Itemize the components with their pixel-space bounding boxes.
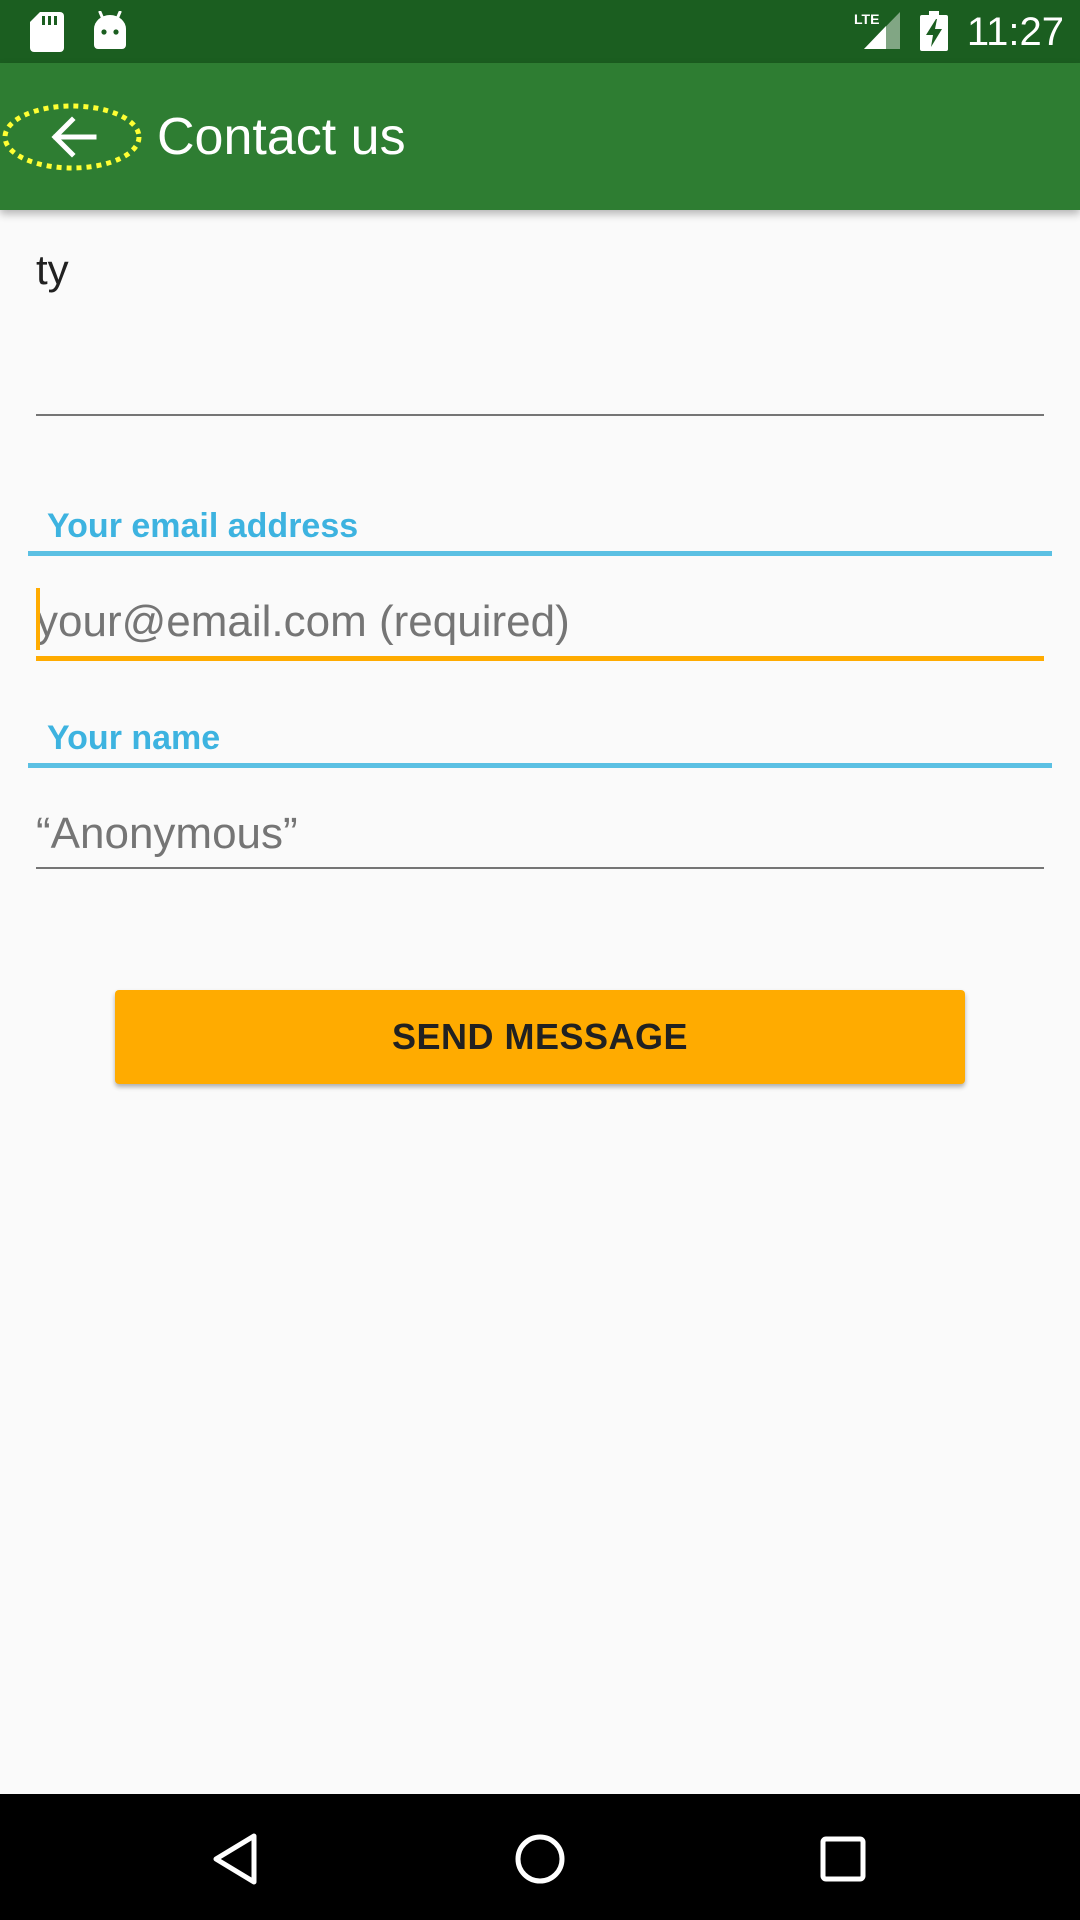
email-field-underline — [36, 656, 1044, 661]
app-bar: Contact us — [0, 63, 1080, 210]
email-label: Your email address — [47, 507, 359, 545]
text-cursor — [36, 588, 40, 650]
email-field[interactable] — [36, 592, 1044, 652]
name-label: Your name — [47, 719, 221, 757]
back-button[interactable] — [2, 103, 142, 171]
navigation-bar — [0, 1794, 1080, 1920]
name-field[interactable] — [36, 804, 1044, 864]
android-icon — [94, 11, 126, 49]
nav-back-icon[interactable] — [200, 1824, 270, 1894]
sd-card-icon — [30, 12, 64, 52]
status-bar: LTE 11:27 — [0, 0, 1080, 63]
lte-signal-icon: LTE — [854, 11, 900, 49]
nav-home-icon[interactable] — [505, 1824, 575, 1894]
svg-text:LTE: LTE — [854, 11, 879, 27]
nav-recents-icon[interactable] — [808, 1824, 878, 1894]
name-label-divider — [28, 763, 1052, 768]
battery-charging-icon — [920, 11, 948, 51]
send-message-button[interactable]: SEND MESSAGE — [115, 990, 965, 1084]
email-label-divider — [28, 551, 1052, 556]
arrow-back-icon — [51, 116, 97, 158]
message-field[interactable]: ty — [36, 244, 69, 296]
status-time: 11:27 — [966, 10, 1064, 54]
name-field-underline — [36, 867, 1044, 869]
message-field-underline — [36, 414, 1044, 416]
page-title: Contact us — [157, 108, 406, 166]
